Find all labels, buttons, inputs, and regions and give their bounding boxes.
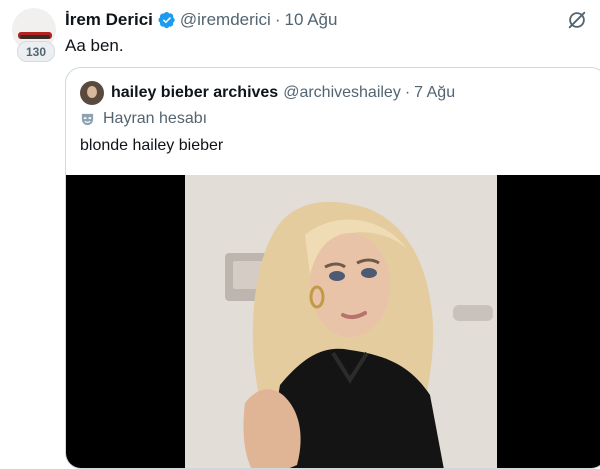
mask-icon — [81, 113, 94, 125]
quoted-date[interactable]: 7 Ağu — [414, 84, 455, 102]
author-name[interactable]: İrem Derici — [65, 10, 153, 30]
quoted-tweet-card[interactable]: hailey bieber archives @archiveshailey ·… — [65, 67, 600, 469]
tweet-header: İrem Derici @iremderici · 10 Ağu — [65, 10, 337, 30]
quoted-separator-dot: · — [404, 84, 411, 101]
video-player[interactable] — [66, 175, 600, 468]
separator-dot: · — [274, 10, 281, 29]
quoted-author-handle[interactable]: @archiveshailey — [283, 84, 401, 102]
quoted-avatar-face — [87, 86, 97, 98]
tweet-text: Aa ben. — [65, 36, 124, 55]
user-avatar-wrap[interactable]: 130 — [12, 8, 58, 64]
avatar-badge: 130 — [17, 41, 55, 62]
quoted-text: blonde hailey bieber — [80, 137, 224, 154]
author-handle[interactable]: @iremderici — [180, 10, 271, 30]
avatar-figure-shadow — [20, 35, 50, 39]
verified-badge-icon — [158, 11, 175, 29]
video-thumbnail — [185, 175, 497, 468]
fan-account-label: Hayran hesabı — [80, 110, 207, 128]
fan-account-text: Hayran hesabı — [103, 110, 208, 127]
grok-icon[interactable] — [566, 9, 588, 31]
quoted-author-name[interactable]: hailey bieber archives — [111, 84, 278, 102]
quoted-header: hailey bieber archives @archiveshailey ·… — [80, 81, 455, 105]
tweet-date[interactable]: 10 Ağu — [285, 10, 338, 30]
video-frame[interactable] — [185, 175, 497, 468]
quoted-avatar[interactable] — [80, 81, 104, 105]
